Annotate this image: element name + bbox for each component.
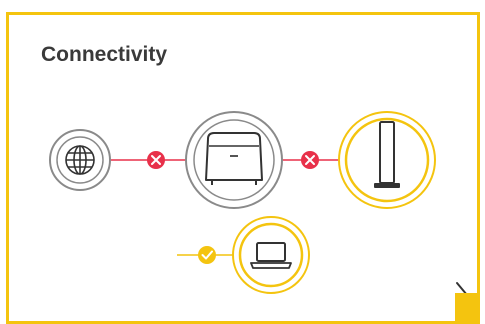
- error-badge-internet-router: [147, 151, 165, 169]
- globe-icon: [65, 145, 95, 175]
- next-button[interactable]: [455, 293, 477, 321]
- error-badge-router-extender: [301, 151, 319, 169]
- top-strip: [0, 0, 485, 12]
- router-node[interactable]: [185, 111, 283, 209]
- internet-node[interactable]: [49, 129, 111, 191]
- laptop-icon: [250, 242, 292, 269]
- connected-badge-client: [198, 246, 216, 264]
- client-node[interactable]: [232, 216, 310, 294]
- router-icon: [205, 132, 263, 185]
- extender-node[interactable]: [338, 111, 436, 209]
- connectivity-diagram: [49, 111, 468, 308]
- connectivity-card: Connectivity: [6, 12, 480, 324]
